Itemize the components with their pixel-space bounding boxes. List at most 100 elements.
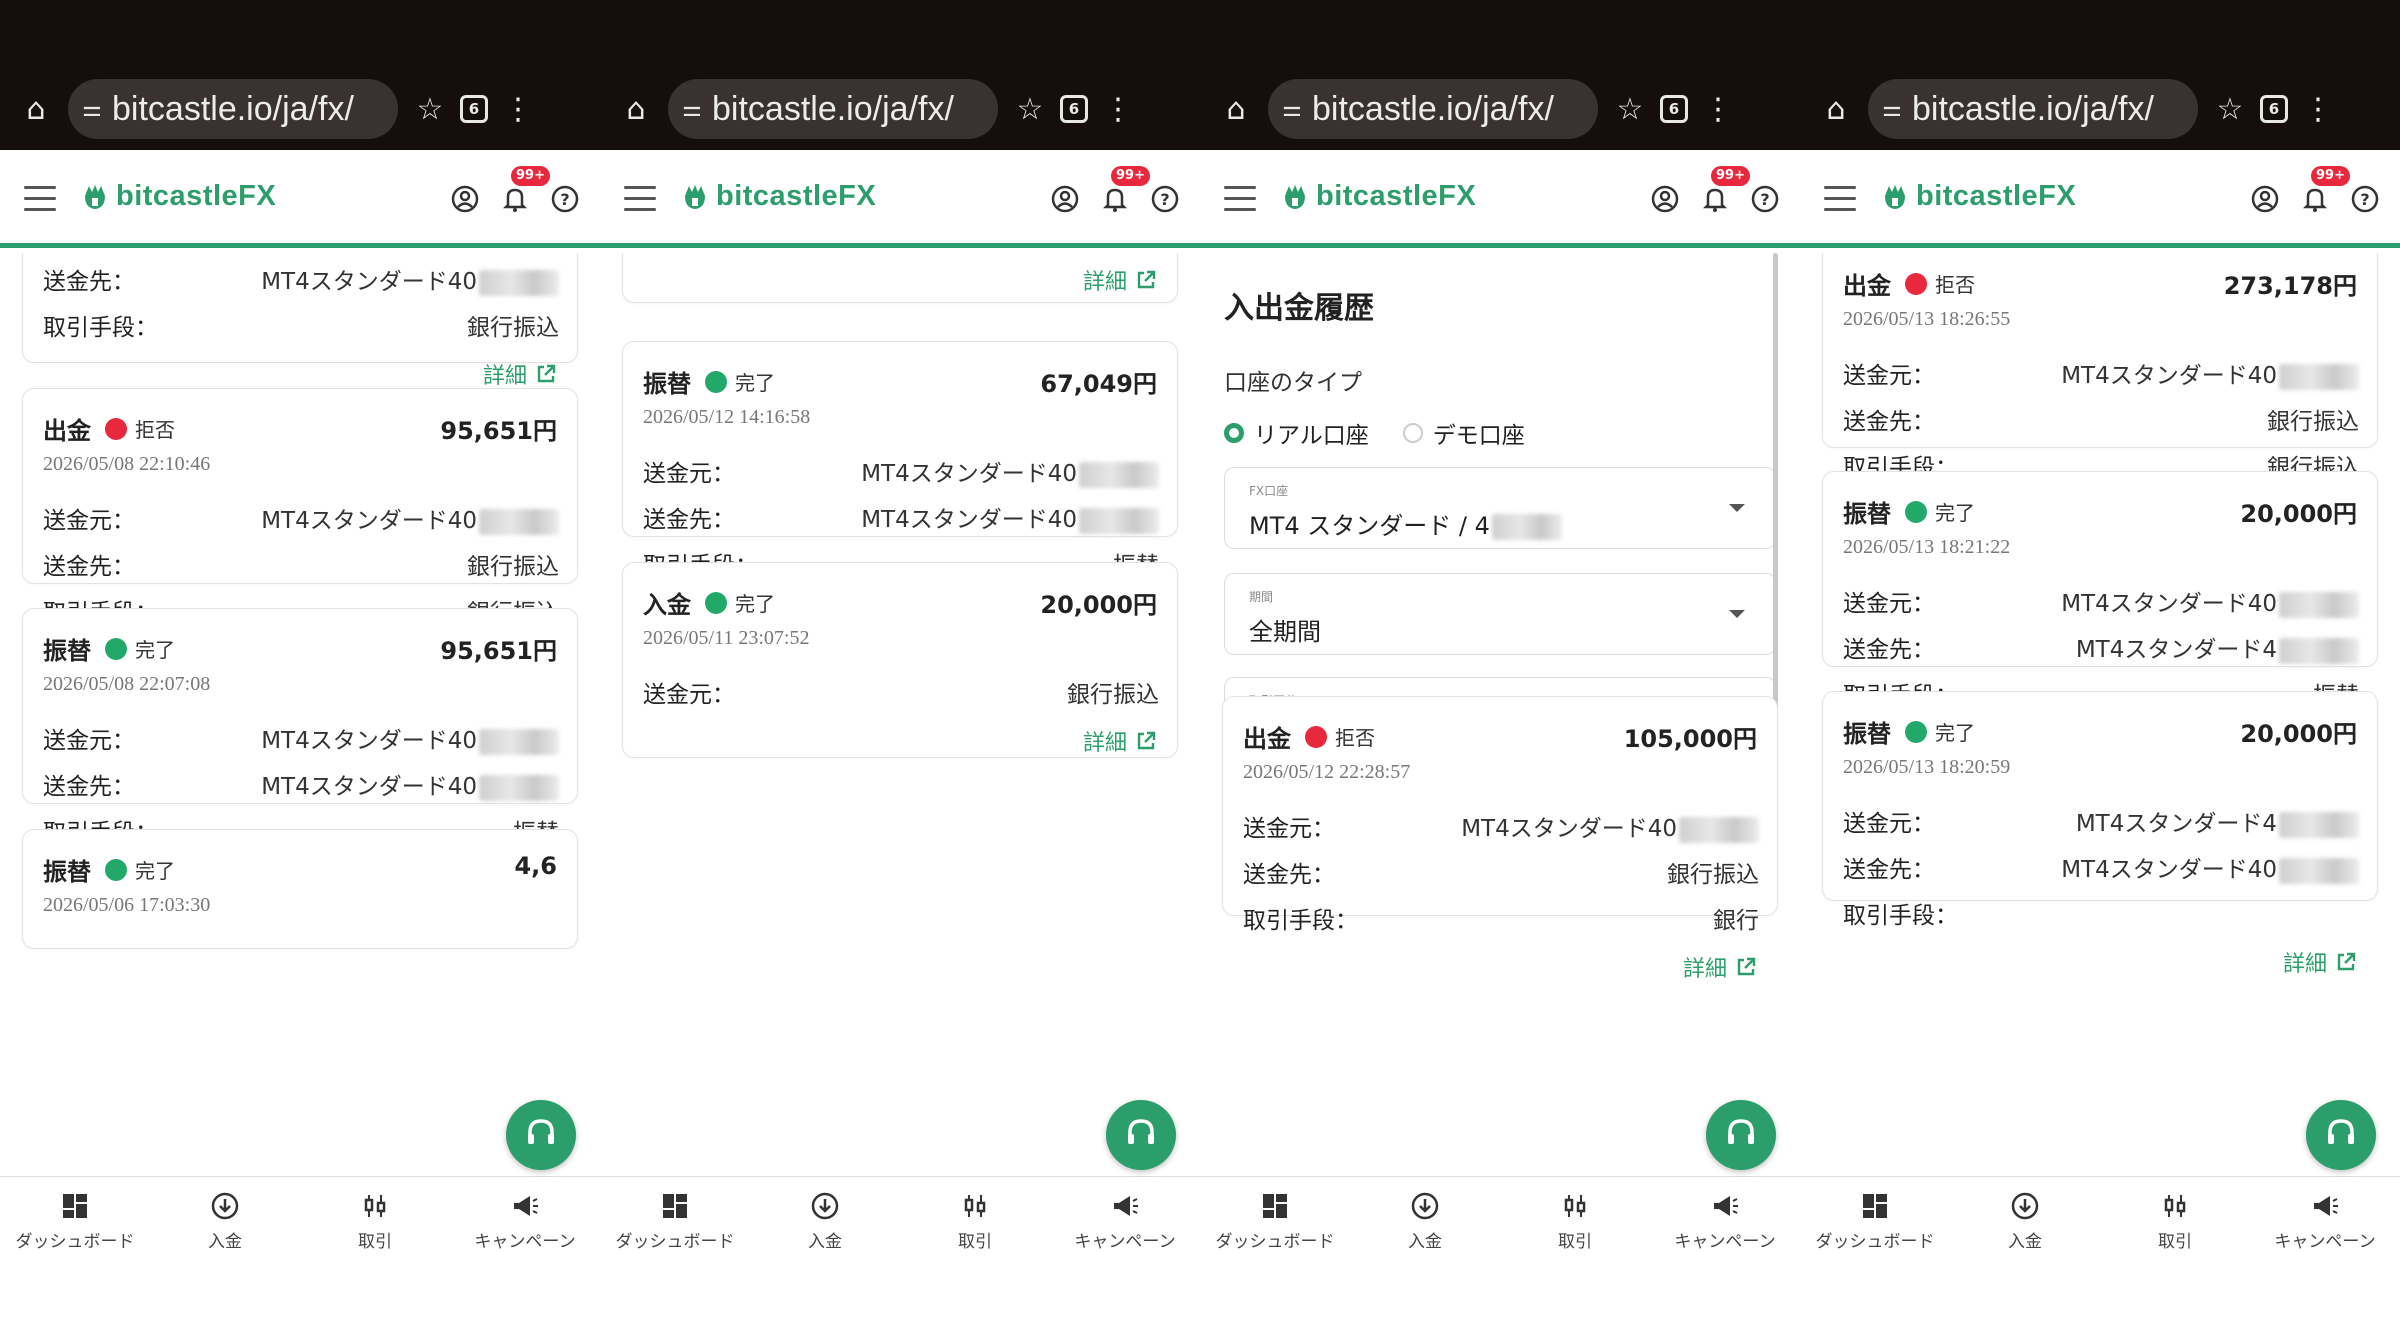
tabs-button[interactable]: 6 [1052,87,1096,131]
nav-item-dashboard[interactable]: ダッシュボード [1800,1177,1950,1262]
help-icon[interactable]: ? [1750,184,1780,214]
logo[interactable]: bitcastleFX [80,180,276,213]
campaign-icon [1110,1191,1140,1221]
nav-label: キャンペーン [474,1232,576,1252]
logo[interactable]: bitcastleFX [1880,180,2076,213]
nav-item-trade[interactable]: 取引 [2100,1177,2250,1262]
site-settings-icon[interactable]: ⚌ [1282,97,1312,122]
status-label: 完了 [135,859,175,883]
nav-item-campaign[interactable]: キャンペーン [1650,1177,1800,1262]
tabs-button[interactable]: 6 [1652,87,1696,131]
notification-bell-icon[interactable]: 99+ [1700,166,1750,214]
address-bar[interactable]: ⚌ bitcastle.io/ja/fx/ [1268,79,1598,139]
address-bar[interactable]: ⚌ bitcastle.io/ja/fx/ [668,79,998,139]
row-value-text: 銀行振込 [1067,682,1159,708]
detail-link[interactable]: 詳細 [483,358,557,390]
browser-menu-icon[interactable]: ⋮ [2296,87,2340,131]
site-settings-icon[interactable]: ⚌ [1882,97,1912,122]
browser-menu-icon[interactable]: ⋮ [496,87,540,131]
account-icon[interactable] [2250,184,2280,214]
detail-link-text: 詳細 [1082,270,1127,295]
detail-link[interactable]: 詳細 [1083,264,1157,296]
transaction-type: 出金 [1243,725,1291,753]
home-icon[interactable]: ⌂ [614,87,658,131]
site-settings-icon[interactable]: ⚌ [82,97,112,122]
fx-account-select[interactable]: FX口座 MT4 スタンダード / 4 [1224,467,1776,549]
menu-icon[interactable] [24,186,56,212]
browser-menu-icon[interactable]: ⋮ [1696,87,1740,131]
home-icon[interactable]: ⌂ [14,87,58,131]
period-select[interactable]: 期間 全期間 [1224,573,1776,655]
support-chat-button[interactable] [1706,1100,1776,1170]
site-settings-icon[interactable]: ⚌ [682,97,712,122]
transaction-date: 2026/05/06 17:03:30 [43,894,211,916]
radio-real-account[interactable]: リアル口座 [1224,416,1369,450]
nav-label: キャンペーン [2274,1232,2376,1252]
tabs-button[interactable]: 6 [452,87,496,131]
transaction-type: 振替 [43,637,91,665]
bottom-nav: ダッシュボード 入金 取引 キャンペーン [0,1176,600,1262]
detail-link[interactable]: 詳細 [1083,725,1157,757]
support-chat-button[interactable] [1106,1100,1176,1170]
tabs-button[interactable]: 6 [2252,87,2296,131]
address-bar[interactable]: ⚌ bitcastle.io/ja/fx/ [1868,79,2198,139]
menu-icon[interactable] [1224,186,1256,212]
row-value: MT4スタンダード40 [1461,809,1759,843]
help-icon[interactable]: ? [550,184,580,214]
select-value-text: 全期間 [1249,618,1321,646]
redacted-account-number [2279,591,2359,618]
address-bar[interactable]: ⚌ bitcastle.io/ja/fx/ [68,79,398,139]
nav-item-deposit[interactable]: 入金 [150,1177,300,1262]
bookmark-star-icon[interactable]: ☆ [1608,87,1652,131]
nav-item-dashboard[interactable]: ダッシュボード [600,1177,750,1262]
phone-panel-1: bitcastleFX 99+? 送金先： MT4スタンダード40 取引手段： 銀行振込詳… [0,150,600,1262]
help-icon[interactable]: ? [1150,184,1180,214]
notification-bell-icon[interactable]: 99+ [500,166,550,214]
help-icon[interactable]: ? [2350,184,2380,214]
nav-item-campaign[interactable]: キャンペーン [2250,1177,2400,1262]
headset-icon [2322,1114,2360,1156]
menu-icon[interactable] [1824,186,1856,212]
bookmark-star-icon[interactable]: ☆ [1008,87,1052,131]
nav-item-trade[interactable]: 取引 [1500,1177,1650,1262]
notification-bell-icon[interactable]: 99+ [1100,166,1150,214]
row-value: MT4スタンダード40 [861,454,1159,488]
card-row-method: 取引手段： [1843,896,2359,929]
transaction-amount: 105,000円 [1623,725,1757,753]
notification-badge: 99+ [2311,166,2350,186]
nav-item-campaign[interactable]: キャンペーン [450,1177,600,1262]
account-icon[interactable] [1650,184,1680,214]
detail-link-text: 詳細 [2282,952,2327,977]
support-chat-button[interactable] [2306,1100,2376,1170]
nav-item-campaign[interactable]: キャンペーン [1050,1177,1200,1262]
nav-item-deposit[interactable]: 入金 [1950,1177,2100,1262]
logo[interactable]: bitcastleFX [680,180,876,213]
support-chat-button[interactable] [506,1100,576,1170]
nav-item-dashboard[interactable]: ダッシュボード [0,1177,150,1262]
radio-demo-account[interactable]: デモ口座 [1402,416,1525,450]
nav-label: 取引 [358,1232,392,1252]
menu-icon[interactable] [624,186,656,212]
home-icon[interactable]: ⌂ [1214,87,1258,131]
notification-bell-icon[interactable]: 99+ [2300,166,2350,214]
nav-item-deposit[interactable]: 入金 [1350,1177,1500,1262]
detail-link[interactable]: 詳細 [1683,951,1757,983]
external-link-icon [1135,730,1157,752]
account-icon[interactable] [1050,184,1080,214]
account-icon[interactable] [450,184,480,214]
detail-link[interactable]: 詳細 [2283,946,2357,978]
nav-item-dashboard[interactable]: ダッシュボード [1200,1177,1350,1262]
bookmark-star-icon[interactable]: ☆ [408,87,452,131]
nav-label: キャンペーン [1674,1232,1776,1252]
browser-menu-icon[interactable]: ⋮ [1096,87,1140,131]
nav-item-trade[interactable]: 取引 [300,1177,450,1262]
home-icon[interactable]: ⌂ [1814,87,1858,131]
radio-checked-icon [1224,423,1244,443]
row-label: 送金先： [43,269,135,295]
nav-item-deposit[interactable]: 入金 [750,1177,900,1262]
nav-item-trade[interactable]: 取引 [900,1177,1050,1262]
bookmark-star-icon[interactable]: ☆ [2208,87,2252,131]
browser-toolbar-1: ⌂ ⚌ bitcastle.io/ja/fx/ ☆ 6 ⋮ [14,74,540,144]
logo[interactable]: bitcastleFX [1280,180,1476,213]
transaction-amount: 95,651円 [440,417,557,445]
